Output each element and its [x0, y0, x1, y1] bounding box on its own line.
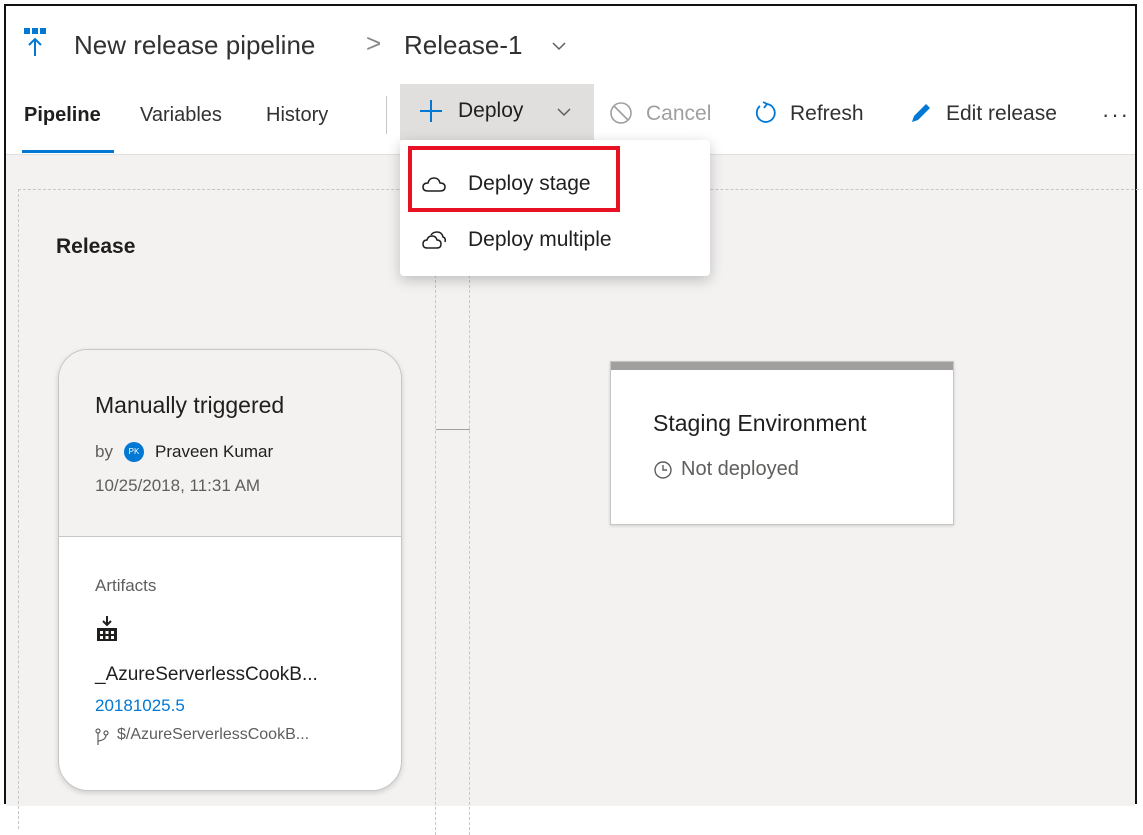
- cancel-icon: [610, 102, 632, 124]
- pipeline-title-link[interactable]: New release pipeline: [74, 30, 315, 61]
- deploy-stage-label: Deploy stage: [468, 172, 591, 195]
- deploy-dropdown-menu: Deploy stage Deploy multiple: [400, 140, 710, 276]
- refresh-button[interactable]: Refresh: [790, 102, 864, 126]
- artifact-branch: $/AzureServerlessCookB...: [117, 726, 310, 743]
- stage-status: Not deployed: [681, 458, 799, 480]
- deploy-multiple-label: Deploy multiple: [468, 228, 612, 251]
- breadcrumb-separator: >: [366, 28, 382, 58]
- release-date: 10/25/2018, 11:31 AM: [95, 476, 261, 495]
- branch-icon: [95, 728, 109, 745]
- cloud-multiple-icon: [422, 231, 446, 249]
- pencil-icon: [912, 104, 930, 122]
- active-tab-indicator: [22, 150, 114, 153]
- more-options-button[interactable]: ···: [1102, 102, 1130, 128]
- cancel-button[interactable]: Cancel: [646, 102, 711, 126]
- stage-status-bar: [611, 362, 953, 370]
- chevron-down-icon[interactable]: [551, 38, 567, 54]
- artifact-name: _AzureServerlessCookB...: [95, 664, 318, 685]
- stage-name: Staging Environment: [653, 410, 867, 436]
- chevron-down-icon: [557, 108, 571, 117]
- user-name: Praveen Kumar: [155, 442, 274, 461]
- artifact-version-link[interactable]: 20181025.5: [95, 696, 185, 716]
- release-window: New release pipeline > Release-1 Pipelin…: [4, 4, 1139, 835]
- deploy-multiple-menu-item[interactable]: Deploy multiple: [400, 214, 710, 268]
- edit-release-button[interactable]: Edit release: [946, 102, 1057, 126]
- tab-pipeline[interactable]: Pipeline: [24, 104, 101, 127]
- artifacts-label: Artifacts: [95, 576, 157, 595]
- refresh-icon: [755, 101, 776, 123]
- release-card[interactable]: Manually triggered by PK Praveen Kumar 1…: [58, 349, 402, 791]
- cloud-icon: [422, 177, 446, 192]
- avatar: PK: [124, 442, 144, 462]
- deploy-button[interactable]: Deploy: [400, 84, 594, 140]
- tab-history[interactable]: History: [266, 104, 328, 127]
- stage-card[interactable]: Staging Environment Not deployed: [610, 361, 954, 525]
- tab-variables[interactable]: Variables: [140, 104, 222, 127]
- build-artifact-icon: [97, 616, 117, 641]
- column-divider: [435, 275, 436, 835]
- trigger-text: Manually triggered: [95, 392, 285, 418]
- release-title[interactable]: Release-1: [404, 30, 523, 61]
- release-pipeline-icon: [24, 28, 46, 56]
- pipeline-connector: [436, 429, 470, 430]
- toolbar-divider: [386, 96, 387, 134]
- release-header: New release pipeline > Release-1 Pipelin…: [6, 6, 1135, 156]
- deploy-stage-menu-item[interactable]: Deploy stage: [400, 158, 710, 212]
- by-label: by: [95, 442, 113, 461]
- clock-icon: [654, 461, 672, 479]
- release-heading: Release: [56, 235, 136, 258]
- plus-icon: [420, 100, 442, 122]
- deploy-label: Deploy: [458, 99, 524, 122]
